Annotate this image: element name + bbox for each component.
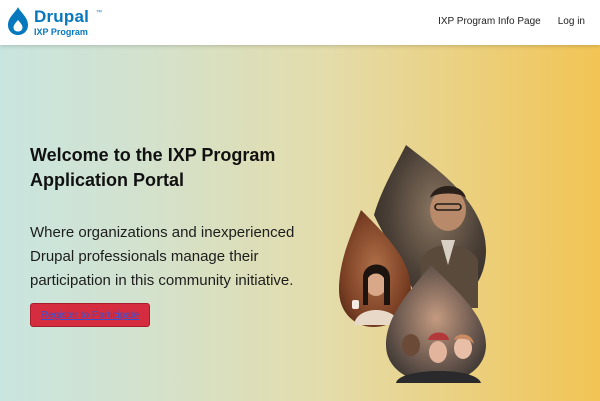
nav-link-login[interactable]: Log in [558, 16, 585, 28]
site-logo[interactable]: Drupal ™ IXP Program [6, 6, 106, 40]
hero-description: Where organizations and inexperienced Dr… [30, 224, 295, 289]
logo-wordmark: Drupal [34, 7, 90, 26]
drupal-drop-icon [8, 7, 28, 35]
logo-subtitle: IXP Program [34, 27, 88, 37]
nav-link-ixp-info[interactable]: IXP Program Info Page [438, 16, 541, 28]
hero-title: Welcome to the IXP Program Application P… [30, 145, 276, 190]
hero-section: Welcome to the IXP Program Application P… [0, 45, 600, 401]
register-button[interactable]: Register to Participate [30, 303, 150, 327]
logo-trademark: ™ [96, 10, 102, 16]
main-nav: IXP Program Info Page Log in [438, 16, 585, 28]
hero-photo-collage [339, 145, 486, 383]
site-header: Drupal ™ IXP Program IXP Program Info Pa… [0, 0, 600, 45]
